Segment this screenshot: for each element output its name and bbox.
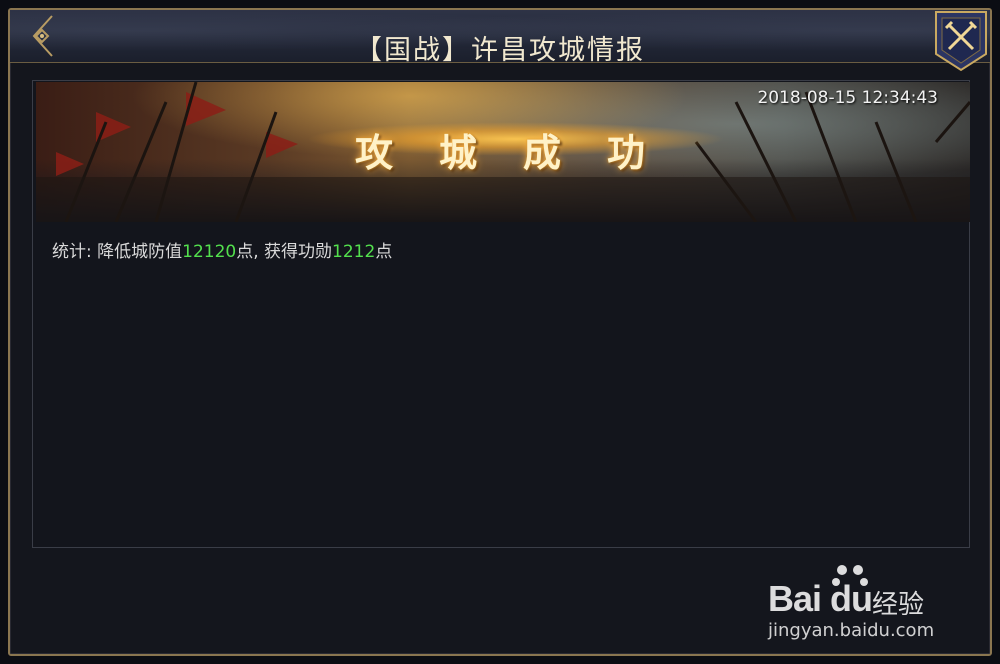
window-title: 【国战】许昌攻城情报 <box>355 35 645 63</box>
baidu-jingyan-watermark: Bai du 经验 jingyan.baidu.com <box>768 560 968 650</box>
crossed-swords-close-icon <box>935 11 987 72</box>
stats-line: 统计: 降低城防值12120点, 获得功勋1212点 <box>52 237 392 262</box>
siege-result-title: 攻城成功 <box>354 130 691 175</box>
stats-prefix: 统计: 降低城防值 <box>52 242 183 262</box>
report-timestamp: 2018-08-15 12:34:43 <box>757 88 938 108</box>
title-bar: 【国战】许昌攻城情报 <box>10 10 990 63</box>
stats-mid: 点, 获得功勋 <box>236 242 333 262</box>
defense-reduced-value: 12120 <box>182 242 237 262</box>
merit-gained-value: 1212 <box>332 242 376 262</box>
stats-suffix: 点 <box>375 242 393 262</box>
close-button[interactable] <box>934 10 988 72</box>
diamond-arrow-left-icon <box>32 15 53 57</box>
back-button[interactable] <box>12 10 66 62</box>
paw-icon <box>832 565 868 586</box>
watermark-sub: 经验 <box>872 590 925 620</box>
watermark-url: jingyan.baidu.com <box>768 620 935 641</box>
